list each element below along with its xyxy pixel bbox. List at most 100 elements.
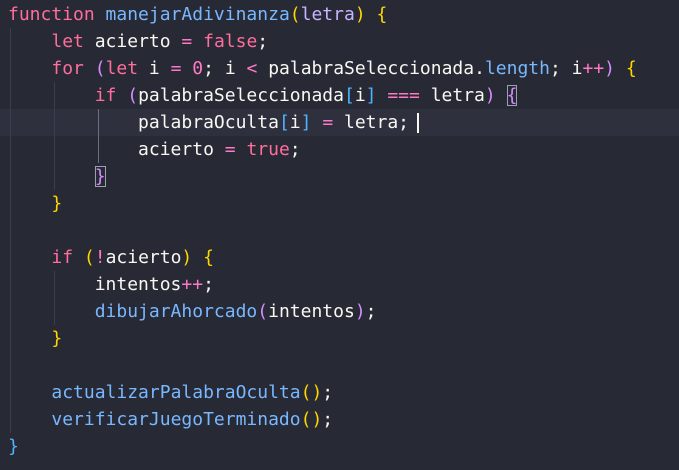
code-line[interactable]: intentos++; <box>0 271 679 298</box>
code-line[interactable]: actualizarPalabraOculta(); <box>0 379 679 406</box>
code-token: = <box>224 139 247 160</box>
code-token: ( <box>83 247 95 268</box>
code-token: ) <box>181 247 193 268</box>
code-line[interactable]: for (let i = 0; i < palabraSeleccionada.… <box>0 55 679 82</box>
code-line[interactable]: if (!acierto) { <box>0 244 679 271</box>
code-token: palabraSeleccionada. <box>268 58 485 79</box>
code-token: true <box>246 139 290 160</box>
code-token: = <box>322 112 344 133</box>
code-token: } <box>94 166 106 187</box>
code-token: ( <box>300 382 312 403</box>
code-token: for <box>51 58 95 79</box>
code-token: ++ <box>181 274 204 295</box>
code-token: [ <box>278 112 290 133</box>
code-line[interactable]: palabraOculta[i] = letra; <box>0 109 679 136</box>
code-token: ( <box>257 301 269 322</box>
code-token: = <box>181 31 204 52</box>
code-token: false <box>203 31 258 52</box>
code-token: = <box>170 58 193 79</box>
code-token: === <box>387 85 431 106</box>
code-token: { <box>506 85 518 106</box>
code-token: actualizarPalabraOculta <box>51 382 301 403</box>
code-token: function <box>8 4 106 25</box>
code-token: ) <box>354 4 366 25</box>
code-token: ( <box>289 4 301 25</box>
code-token: intentos <box>268 301 355 322</box>
code-line[interactable] <box>0 352 679 379</box>
code-token: [ <box>343 85 355 106</box>
code-token: i <box>148 58 171 79</box>
code-token: ] <box>365 85 377 106</box>
code-token: { <box>625 58 637 79</box>
code-token: i <box>289 112 301 133</box>
code-line[interactable]: } <box>0 325 679 352</box>
code-token: acierto <box>94 31 182 52</box>
code-token: ] <box>300 112 312 133</box>
code-line[interactable]: let acierto = false; <box>0 28 679 55</box>
code-token: acierto <box>105 247 182 268</box>
code-line[interactable]: dibujarAhorcado(intentos); <box>0 298 679 325</box>
code-token: ; i <box>203 58 247 79</box>
code-token: ( <box>94 58 106 79</box>
code-token: i <box>354 85 366 106</box>
code-line[interactable] <box>0 217 679 244</box>
code-token: ; i <box>549 58 583 79</box>
code-token: length <box>484 58 550 79</box>
code-token: ) <box>354 301 366 322</box>
code-token: let <box>105 58 149 79</box>
code-token: let <box>51 31 95 52</box>
code-line[interactable]: } <box>0 190 679 217</box>
code-token: ! <box>94 247 106 268</box>
code-token: ; <box>322 382 334 403</box>
code-line[interactable]: } <box>0 163 679 190</box>
code-token: dibujarAhorcado <box>94 301 258 322</box>
code-line[interactable]: verificarJuegoTerminado(); <box>0 406 679 433</box>
code-line[interactable]: acierto = true; <box>0 136 679 163</box>
code-line[interactable]: function manejarAdivinanza(letra) { <box>0 1 679 28</box>
code-token: 0 <box>192 58 204 79</box>
code-token: < <box>246 58 269 79</box>
code-token: ; <box>365 301 377 322</box>
code-token: letra; <box>344 112 410 133</box>
code-token: ) <box>604 58 616 79</box>
code-token: palabraOculta <box>138 112 279 133</box>
code-token: intentos <box>94 274 182 295</box>
code-token: ; <box>289 139 301 160</box>
code-token: } <box>51 193 63 214</box>
code-token: { <box>376 4 388 25</box>
code-token: palabraSeleccionada <box>138 85 344 106</box>
code-token: letra <box>300 4 355 25</box>
code-token: if <box>94 85 128 106</box>
code-editor[interactable]: function manejarAdivinanza(letra) { let … <box>0 0 679 470</box>
code-line[interactable]: } <box>0 433 679 460</box>
code-token: } <box>51 328 63 349</box>
code-token: letra <box>430 85 485 106</box>
code-token: ; <box>257 31 269 52</box>
code-line[interactable]: if (palabraSeleccionada[i] === letra) { <box>0 82 679 109</box>
code-token: ) <box>484 85 496 106</box>
code-token: ) <box>311 409 323 430</box>
code-token: ; <box>322 409 334 430</box>
code-token: verificarJuegoTerminado <box>51 409 301 430</box>
code-token: } <box>8 436 19 457</box>
code-token: acierto <box>138 139 225 160</box>
code-token: { <box>203 247 214 268</box>
code-token: if <box>51 247 84 268</box>
